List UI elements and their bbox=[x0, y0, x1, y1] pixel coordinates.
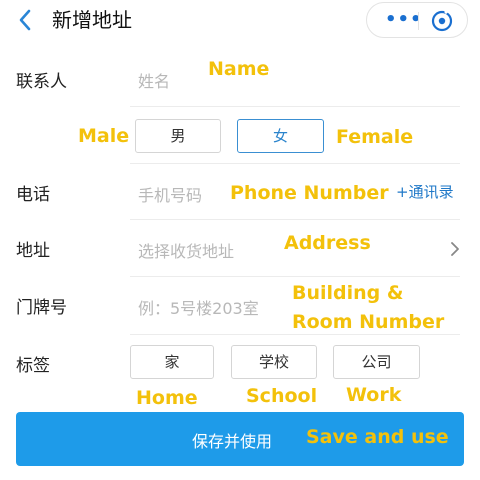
capsule-divider bbox=[418, 12, 419, 30]
divider bbox=[130, 106, 460, 107]
save-annotation: Save and use bbox=[306, 426, 449, 448]
gender-male-chip[interactable]: 男 bbox=[135, 119, 221, 153]
divider bbox=[130, 276, 460, 277]
divider bbox=[130, 163, 460, 164]
room-number-input[interactable]: 例：5号楼203室 bbox=[138, 295, 259, 319]
work-annotation: Work bbox=[346, 384, 402, 406]
phone-input[interactable]: 手机号码 bbox=[138, 182, 202, 206]
save-button-label: 保存并使用 bbox=[192, 432, 273, 451]
phone-annotation: Phone Number bbox=[230, 182, 389, 204]
contact-label: 联系人 bbox=[16, 72, 67, 92]
address-selector[interactable]: 选择收货地址 bbox=[138, 238, 234, 262]
name-annotation: Name bbox=[208, 58, 270, 80]
room-annotation-line2: Room Number bbox=[292, 311, 445, 333]
chevron-right-icon[interactable] bbox=[449, 241, 461, 257]
name-input[interactable]: 姓名 bbox=[138, 68, 170, 92]
male-annotation: Male bbox=[78, 125, 130, 147]
address-annotation: Address bbox=[284, 232, 371, 254]
room-annotation-line1: Building & bbox=[292, 282, 404, 304]
back-icon[interactable] bbox=[14, 6, 38, 34]
tag-work-chip[interactable]: 公司 bbox=[333, 345, 420, 379]
gender-female-chip[interactable]: 女 bbox=[237, 119, 324, 153]
tag-home-chip[interactable]: 家 bbox=[130, 345, 214, 379]
divider bbox=[130, 334, 460, 335]
female-annotation: Female bbox=[336, 126, 414, 148]
divider bbox=[130, 219, 460, 220]
tag-label: 标签 bbox=[16, 356, 50, 376]
home-annotation: Home bbox=[136, 387, 198, 409]
phone-label: 电话 bbox=[16, 185, 50, 205]
school-annotation: School bbox=[246, 385, 318, 407]
mini-program-capsule: ••• bbox=[366, 2, 468, 38]
page-title: 新增地址 bbox=[52, 8, 132, 32]
tag-school-chip[interactable]: 学校 bbox=[231, 345, 317, 379]
close-target-icon[interactable] bbox=[431, 7, 453, 32]
address-label: 地址 bbox=[16, 241, 50, 261]
contacts-link[interactable]: +通讯录 bbox=[396, 181, 454, 202]
room-number-label: 门牌号 bbox=[16, 298, 67, 318]
more-dots-icon[interactable]: ••• bbox=[385, 9, 423, 30]
